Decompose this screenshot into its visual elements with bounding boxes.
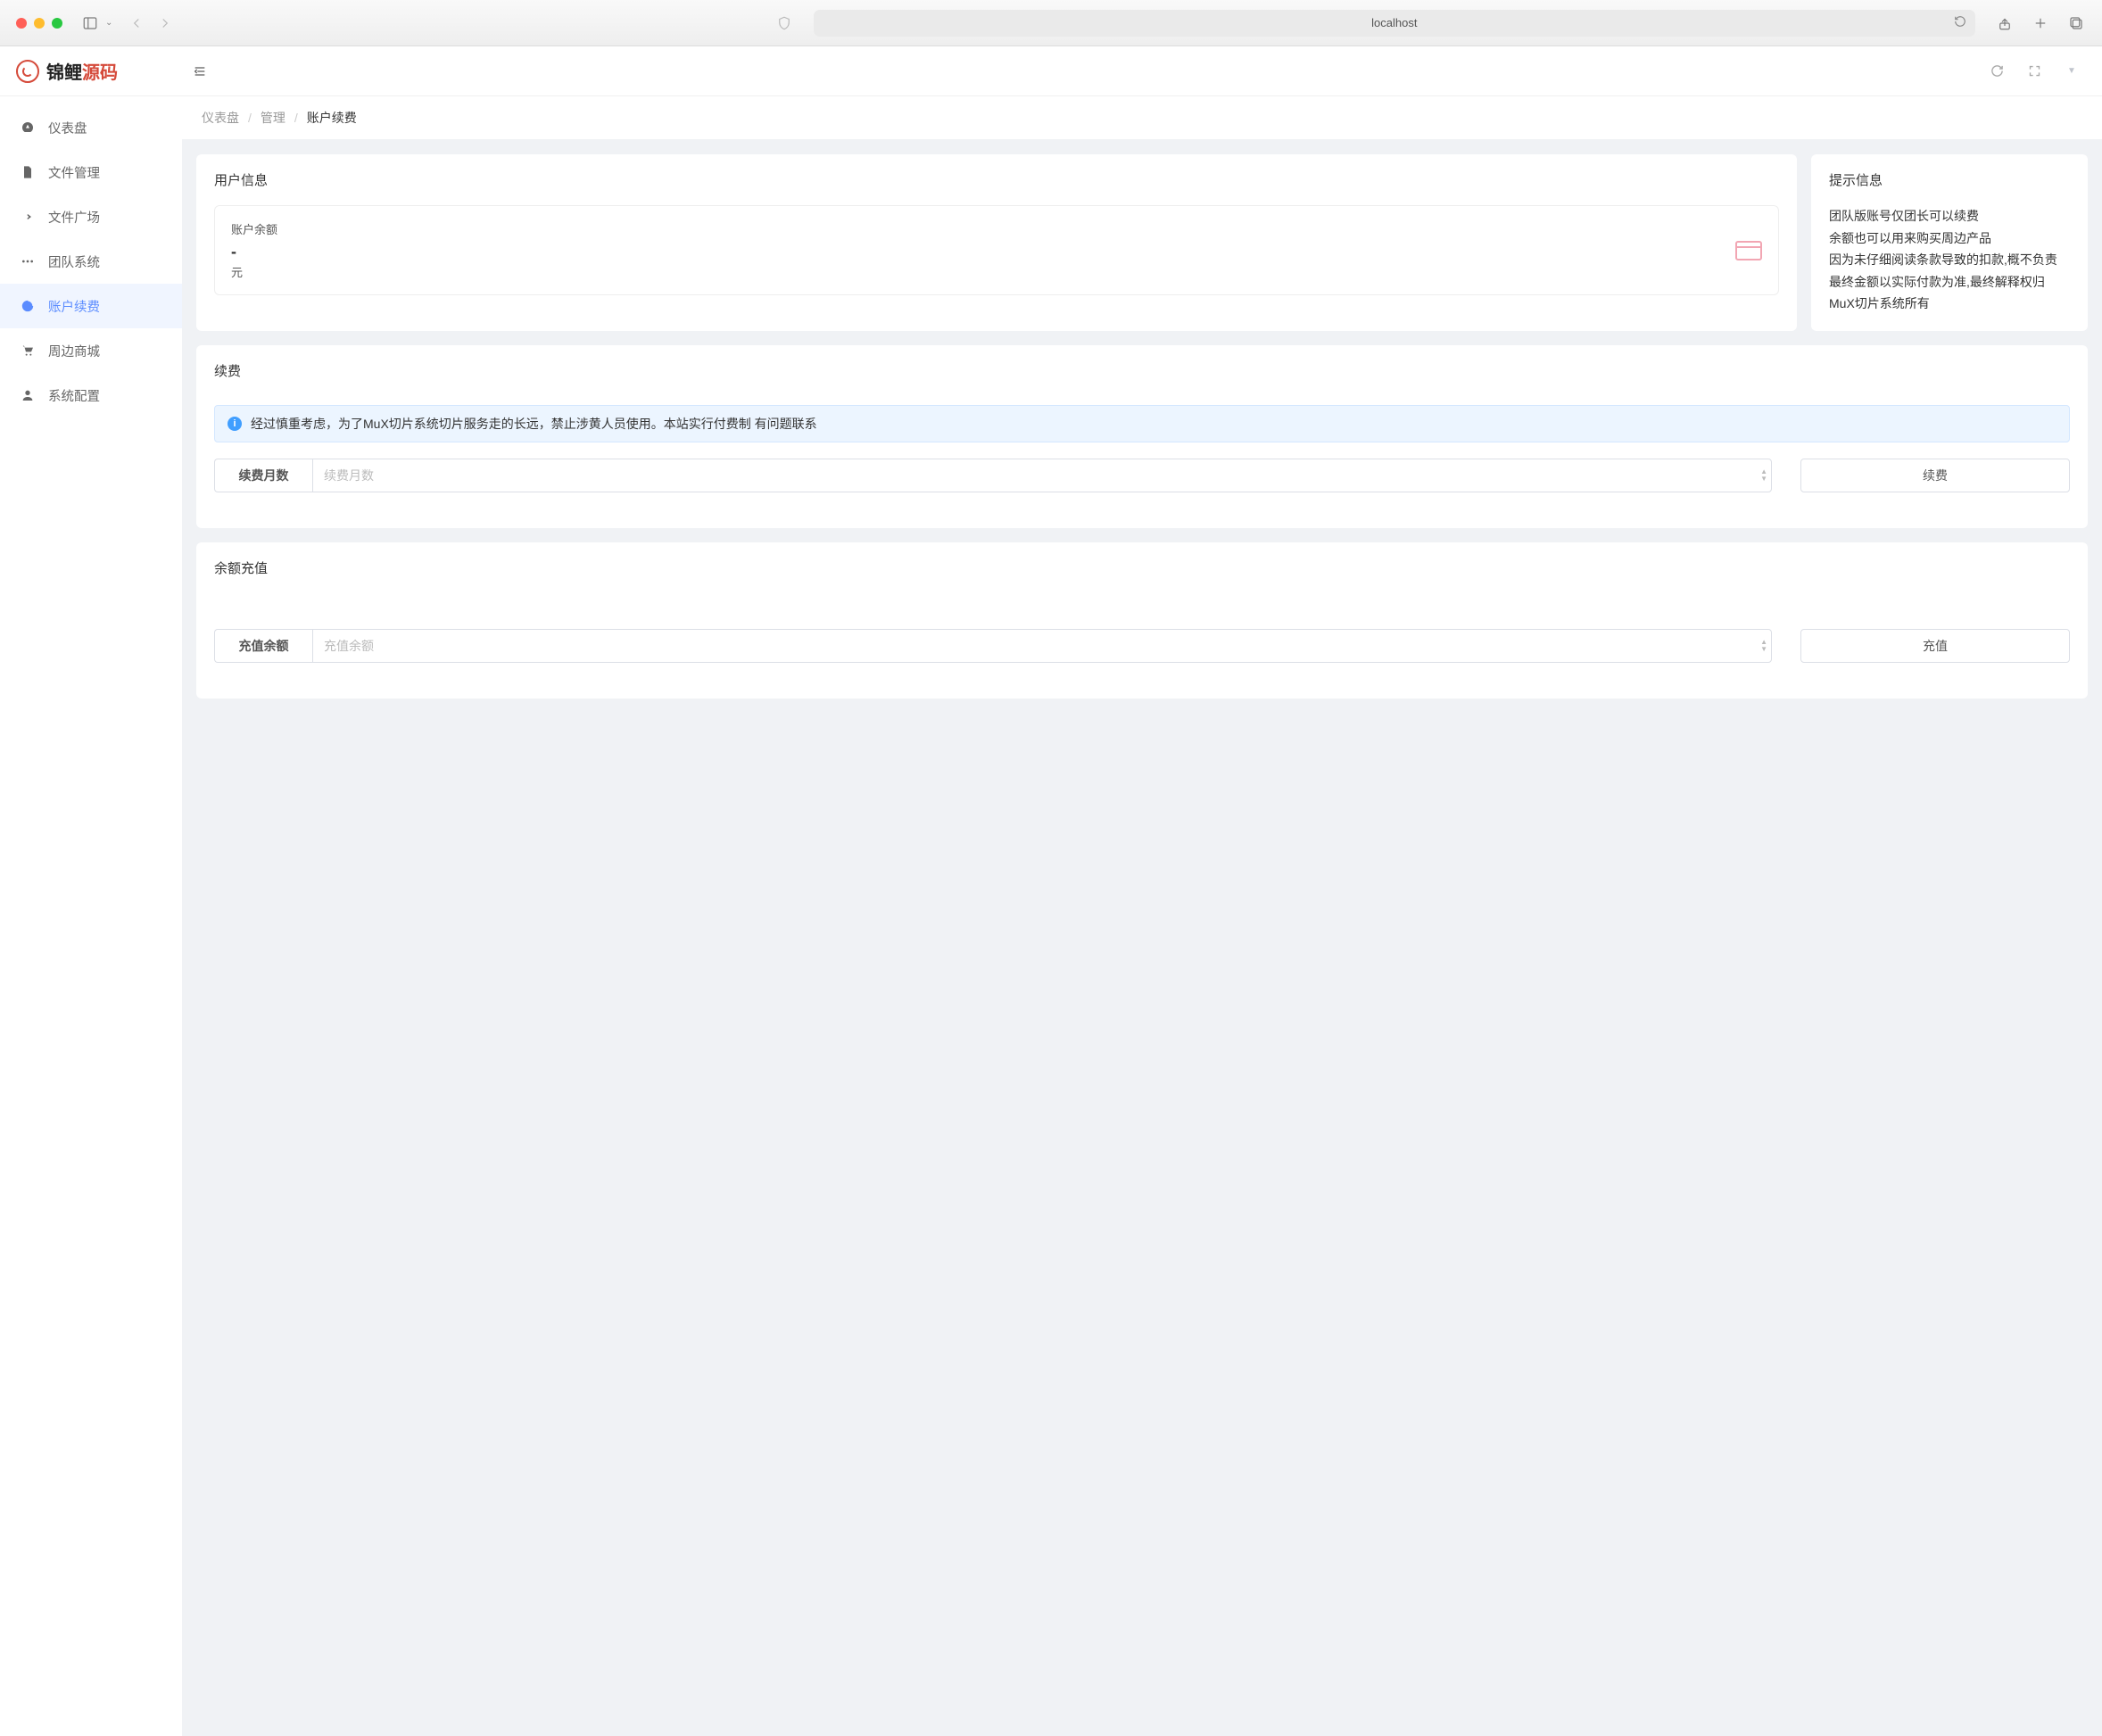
breadcrumb-section[interactable]: 管理 — [261, 109, 286, 127]
card-title: 用户信息 — [214, 170, 1779, 189]
breadcrumb-separator: / — [294, 111, 298, 125]
tip-line: 余额也可以用来购买周边产品 — [1829, 227, 2070, 250]
cart-icon — [20, 343, 36, 358]
balance-box: 账户余额 - 元 — [214, 205, 1779, 295]
logo-mark-icon — [16, 60, 39, 83]
sidebar-item-label: 系统配置 — [48, 386, 100, 405]
main-content: 仪表盘 / 管理 / 账户续费 用户信息 账户余额 - 元 — [182, 96, 2102, 1736]
nav-forward-icon[interactable] — [155, 13, 175, 33]
tabs-overview-icon[interactable] — [2066, 13, 2086, 33]
breadcrumb: 仪表盘 / 管理 / 账户续费 — [182, 96, 2102, 139]
ellipsis-icon — [20, 254, 36, 269]
sidebar-item-team[interactable]: 团队系统 — [0, 239, 182, 284]
user-icon — [20, 388, 36, 402]
credit-card-icon — [1735, 241, 1762, 260]
share-icon[interactable] — [1995, 13, 2015, 33]
sidebar-item-renew[interactable]: 账户续费 — [0, 284, 182, 328]
gauge-icon — [20, 120, 36, 135]
card-title: 余额充值 — [214, 558, 2070, 577]
tip-line: 最终金额以实际付款为准,最终解释权归MuX切片系统所有 — [1829, 271, 2070, 315]
refresh-icon[interactable] — [1990, 64, 2004, 79]
sidebar-item-dashboard[interactable]: 仪表盘 — [0, 105, 182, 150]
balance-label: 账户余额 — [231, 220, 277, 237]
shield-icon[interactable] — [774, 13, 794, 33]
breadcrumb-current: 账户续费 — [307, 109, 357, 127]
window-fullscreen-button[interactable] — [52, 18, 62, 29]
sidebar-toggle-icon[interactable] — [80, 13, 100, 33]
app-logo[interactable]: 锦鲤源码 — [0, 58, 182, 84]
topup-button[interactable]: 充值 — [1800, 629, 2070, 663]
sidebar-item-settings[interactable]: 系统配置 — [0, 373, 182, 417]
browser-toolbar: ⌄ localhost — [0, 0, 2102, 46]
sidebar-item-label: 仪表盘 — [48, 119, 87, 137]
sidebar-item-plaza[interactable]: 文件广场 — [0, 194, 182, 239]
topup-card: 余额充值 充值余额 ▲▼ 充值 — [196, 542, 2088, 699]
traffic-lights — [16, 18, 62, 29]
address-bar[interactable]: localhost — [814, 10, 1975, 37]
fullscreen-icon[interactable] — [2027, 64, 2041, 79]
topup-amount-input-wrap: ▲▼ — [312, 629, 1772, 663]
sidebar-item-label: 文件广场 — [48, 208, 100, 227]
card-title: 续费 — [214, 361, 2070, 380]
logo-text: 锦鲤源码 — [46, 58, 118, 84]
logo-text-b: 源码 — [82, 63, 118, 83]
breadcrumb-root[interactable]: 仪表盘 — [202, 109, 239, 127]
breadcrumb-separator: / — [248, 111, 252, 125]
dropdown-icon[interactable]: ▼ — [2065, 64, 2079, 79]
nav-back-icon[interactable] — [127, 13, 146, 33]
logo-text-a: 锦鲤 — [46, 63, 82, 83]
user-info-card: 用户信息 账户余额 - 元 — [196, 154, 1797, 331]
sidebar-item-label: 文件管理 — [48, 163, 100, 182]
tip-line: 团队版账号仅团长可以续费 — [1829, 205, 2070, 227]
number-stepper[interactable]: ▲▼ — [1760, 468, 1767, 483]
balance-value: - — [231, 243, 277, 261]
reload-icon[interactable] — [1954, 15, 1966, 30]
renew-months-input-wrap: ▲▼ — [312, 459, 1772, 492]
alert-text: 经过慎重考虑，为了MuX切片系统切片服务走的长远，禁止涉黄人员使用。本站实行付费… — [251, 415, 817, 433]
renew-months-input[interactable] — [313, 468, 1771, 483]
card-title: 提示信息 — [1829, 170, 2070, 189]
window-close-button[interactable] — [16, 18, 27, 29]
spinner-icon — [20, 299, 36, 313]
number-stepper[interactable]: ▲▼ — [1760, 639, 1767, 653]
sidebar-item-label: 账户续费 — [48, 297, 100, 316]
sidebar-item-label: 周边商城 — [48, 342, 100, 360]
sidebar-collapse-icon[interactable] — [182, 64, 218, 79]
renew-months-label: 续费月数 — [214, 459, 312, 492]
info-icon: i — [228, 417, 242, 431]
balance-unit: 元 — [231, 263, 277, 280]
renew-button[interactable]: 续费 — [1800, 459, 2070, 492]
tip-line: 因为未仔细阅读条款导致的扣款,概不负责 — [1829, 249, 2070, 271]
renew-card: 续费 i 经过慎重考虑，为了MuX切片系统切片服务走的长远，禁止涉黄人员使用。本… — [196, 345, 2088, 528]
sidebar: 仪表盘 文件管理 文件广场 团队系统 账户续费 周边商城 系统配置 — [0, 96, 182, 1736]
topup-amount-input[interactable] — [313, 639, 1771, 653]
share-arrow-icon — [20, 210, 36, 224]
info-alert: i 经过慎重考虑，为了MuX切片系统切片服务走的长远，禁止涉黄人员使用。本站实行… — [214, 405, 2070, 442]
topup-amount-label: 充值余额 — [214, 629, 312, 663]
chevron-down-icon[interactable]: ⌄ — [105, 18, 112, 28]
url-text: localhost — [1371, 16, 1417, 29]
file-icon — [20, 165, 36, 179]
new-tab-icon[interactable] — [2031, 13, 2050, 33]
tips-card: 提示信息 团队版账号仅团长可以续费 余额也可以用来购买周边产品 因为未仔细阅读条… — [1811, 154, 2088, 331]
sidebar-item-files[interactable]: 文件管理 — [0, 150, 182, 194]
sidebar-item-label: 团队系统 — [48, 252, 100, 271]
sidebar-item-store[interactable]: 周边商城 — [0, 328, 182, 373]
app-header: 锦鲤源码 ▼ — [0, 46, 2102, 96]
window-minimize-button[interactable] — [34, 18, 45, 29]
